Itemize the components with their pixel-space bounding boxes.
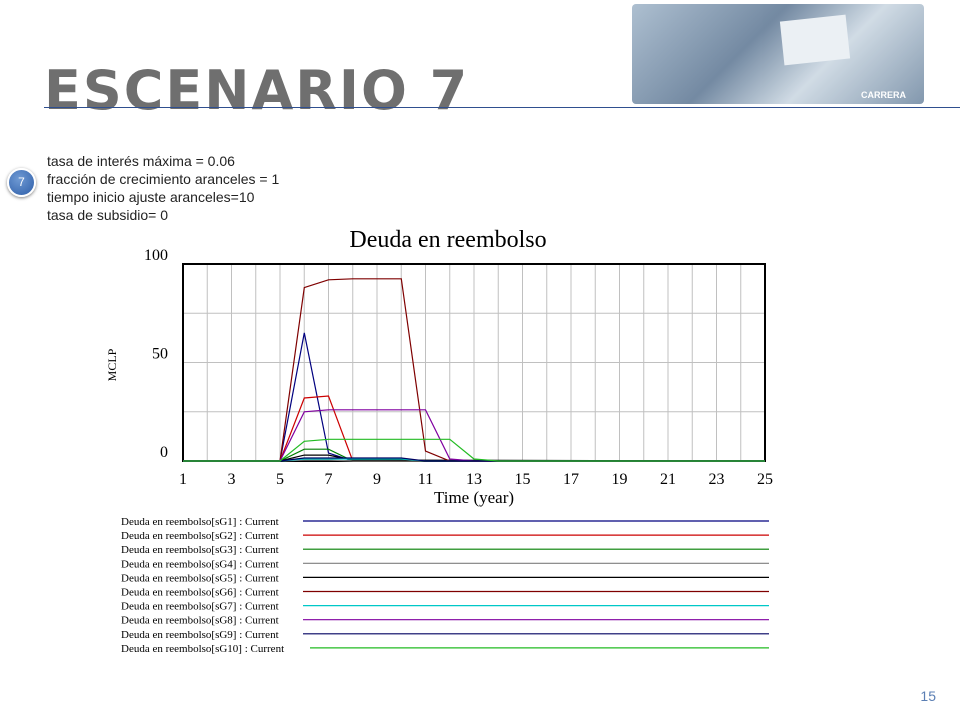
debt-repayment-chart: Deuda en reembolso MCLP Time (year) 1357… bbox=[105, 227, 773, 655]
x-tick-label: 23 bbox=[709, 471, 725, 488]
x-tick-label: 9 bbox=[373, 471, 381, 488]
y-tick-label: 50 bbox=[152, 346, 168, 363]
legend-entry-label: Deuda en reembolso[sG10] : Current bbox=[121, 643, 284, 655]
legend-entry-label: Deuda en reembolso[sG3] : Current bbox=[121, 544, 279, 556]
page-number: 15 bbox=[920, 688, 936, 704]
x-tick-label: 17 bbox=[563, 471, 579, 488]
legend-entry-label: Deuda en reembolso[sG7] : Current bbox=[121, 601, 279, 613]
axis-ticks: 1 3 5 7 9 11 13 15 17 19 21 23 25050100 bbox=[144, 247, 773, 488]
x-tick-label: 19 bbox=[612, 471, 628, 488]
legend-entry-label: Deuda en reembolso[sG6] : Current bbox=[121, 587, 279, 599]
legend-entry-label: Deuda en reembolso[sG8] : Current bbox=[121, 615, 279, 627]
chart-grid bbox=[183, 264, 765, 461]
legend-entry-label: Deuda en reembolso[sG5] : Current bbox=[121, 572, 279, 584]
x-tick-label: 7 bbox=[325, 471, 333, 488]
legend-entry-label: Deuda en reembolso[sG4] : Current bbox=[121, 558, 279, 570]
x-tick-label: 21 bbox=[660, 471, 676, 488]
x-axis-label: Time (year) bbox=[434, 488, 514, 507]
x-tick-label: 3 bbox=[228, 471, 236, 488]
x-tick-label: 5 bbox=[276, 471, 284, 488]
x-tick-label: 15 bbox=[515, 471, 531, 488]
legend-entry-label: Deuda en reembolso[sG9] : Current bbox=[121, 629, 279, 641]
y-axis-label: MCLP bbox=[105, 348, 119, 381]
x-tick-label: 11 bbox=[418, 471, 433, 488]
chart-legend: Deuda en reembolso[sG1] : Current Deuda e… bbox=[121, 516, 769, 655]
x-tick-label: 13 bbox=[466, 471, 482, 488]
x-tick-label: 1 bbox=[179, 471, 187, 488]
x-tick-label: 25 bbox=[757, 471, 773, 488]
y-tick-label: 100 bbox=[144, 247, 168, 264]
legend-entry-label: Deuda en reembolso[sG1] : Current bbox=[121, 516, 279, 528]
y-tick-label: 0 bbox=[160, 444, 168, 461]
legend-entry-label: Deuda en reembolso[sG2] : Current bbox=[121, 530, 279, 542]
chart-title: Deuda en reembolso bbox=[349, 227, 546, 253]
